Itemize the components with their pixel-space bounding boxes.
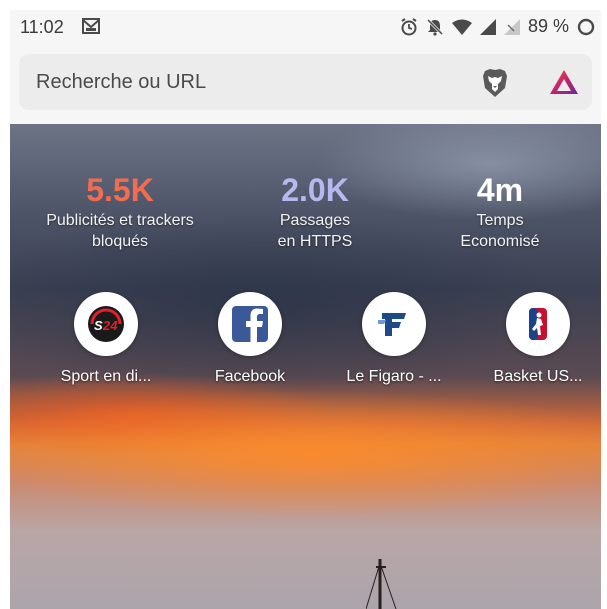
top-site-tile-facebook[interactable]: Facebook: [180, 292, 320, 386]
stat-ads-label: Publicités et trackers bloqués: [30, 210, 210, 252]
top-site-icon-circle[interactable]: S 24: [74, 292, 138, 356]
stat-ads-blocked: 5.5K Publicités et trackers bloqués: [30, 172, 210, 252]
wifi-icon: [451, 19, 472, 35]
sport24-icon: S 24: [88, 306, 124, 342]
basket-us-icon: [529, 308, 547, 340]
top-site-icon-circle[interactable]: [362, 292, 426, 356]
toolbar: Recherche ou URL: [10, 48, 601, 124]
stat-https-value: 2.0K: [281, 172, 349, 208]
svg-text:S: S: [94, 318, 103, 333]
top-site-tile-sport24[interactable]: S 24 Sport en di...: [36, 292, 176, 386]
url-placeholder[interactable]: Recherche ou URL: [36, 71, 206, 94]
gmail-icon: [82, 18, 100, 34]
phone-screen: 11:02 89 % Recherche ou URL 5.5K Publici…: [10, 10, 601, 609]
brave-shield-icon[interactable]: [481, 68, 509, 98]
stat-ads-label-line2: bloqués: [91, 233, 149, 250]
top-site-tile-basket-us[interactable]: Basket US...: [468, 292, 601, 386]
stat-time-saved: 4m Temps Economisé: [440, 172, 560, 252]
top-site-tile-le-figaro[interactable]: Le Figaro - ...: [324, 292, 464, 386]
status-bar: 11:02 89 %: [10, 10, 601, 48]
status-icons: 89 %: [400, 16, 595, 37]
stat-https-label-line1: Passages: [279, 212, 351, 229]
status-time: 11:02: [20, 17, 64, 37]
url-bar[interactable]: Recherche ou URL: [19, 54, 592, 110]
stat-time-label-line2: Economisé: [460, 233, 540, 250]
stat-time-value: 4m: [476, 172, 524, 208]
top-site-label[interactable]: Facebook: [180, 368, 320, 386]
stat-ads-value: 5.5K: [86, 172, 154, 208]
stat-https-upgrades: 2.0K Passages en HTTPS: [260, 172, 370, 252]
do-not-disturb-icon: [426, 18, 444, 36]
top-site-label[interactable]: Basket US...: [468, 368, 601, 386]
battery-ring-icon: [577, 18, 595, 35]
top-site-icon-circle[interactable]: [506, 292, 570, 356]
le-figaro-icon: [378, 313, 406, 336]
top-site-icon-circle[interactable]: [218, 292, 282, 356]
stat-https-label-line2: en HTTPS: [277, 233, 353, 250]
facebook-icon: [232, 306, 268, 342]
svg-text:24: 24: [102, 318, 118, 333]
signal-icon: [479, 18, 496, 35]
stat-https-label: Passages en HTTPS: [260, 210, 370, 252]
top-site-label[interactable]: Le Figaro - ...: [324, 368, 464, 386]
top-site-label[interactable]: Sport en di...: [36, 368, 176, 386]
battery-percent: 89 %: [527, 16, 569, 36]
stat-time-label: Temps Economisé: [440, 210, 560, 252]
brave-rewards-icon[interactable]: [549, 69, 579, 95]
stat-time-label-line1: Temps: [476, 212, 524, 229]
stat-ads-label-line1: Publicités et trackers: [46, 212, 194, 229]
boat-mast-image: [366, 559, 397, 609]
alarm-icon: [401, 17, 417, 35]
no-sim-icon: [503, 18, 520, 35]
